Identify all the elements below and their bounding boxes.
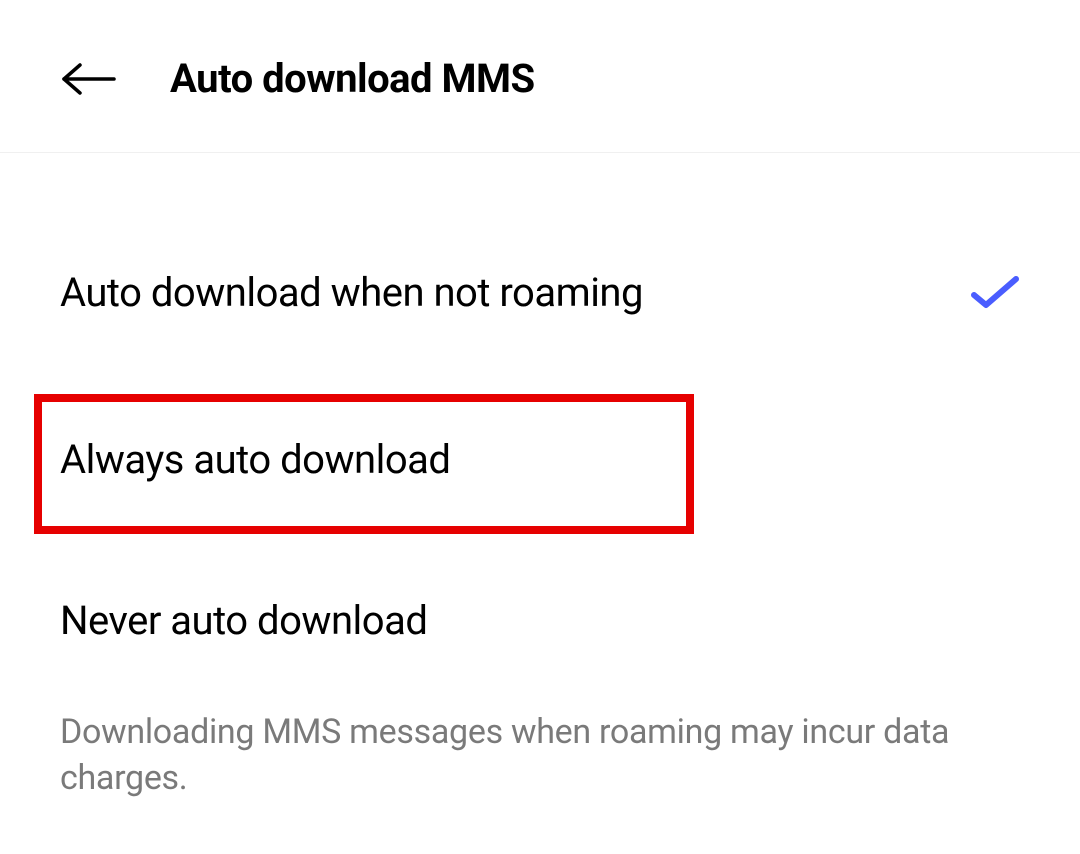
option-auto-download-not-roaming[interactable]: Auto download when not roaming <box>0 233 1080 352</box>
option-never-auto-download[interactable]: Never auto download <box>0 561 1080 680</box>
back-arrow-icon[interactable] <box>60 59 120 99</box>
option-always-auto-download[interactable]: Always auto download <box>0 400 1080 519</box>
options-list: Auto download when not roaming Always au… <box>0 153 1080 802</box>
page-title: Auto download MMS <box>170 55 535 102</box>
check-icon <box>970 273 1020 313</box>
page-header: Auto download MMS <box>0 0 1080 153</box>
option-label: Never auto download <box>60 597 427 644</box>
option-label: Auto download when not roaming <box>60 269 643 316</box>
footer-disclaimer: Downloading MMS messages when roaming ma… <box>0 680 1080 802</box>
option-label: Always auto download <box>60 436 450 483</box>
